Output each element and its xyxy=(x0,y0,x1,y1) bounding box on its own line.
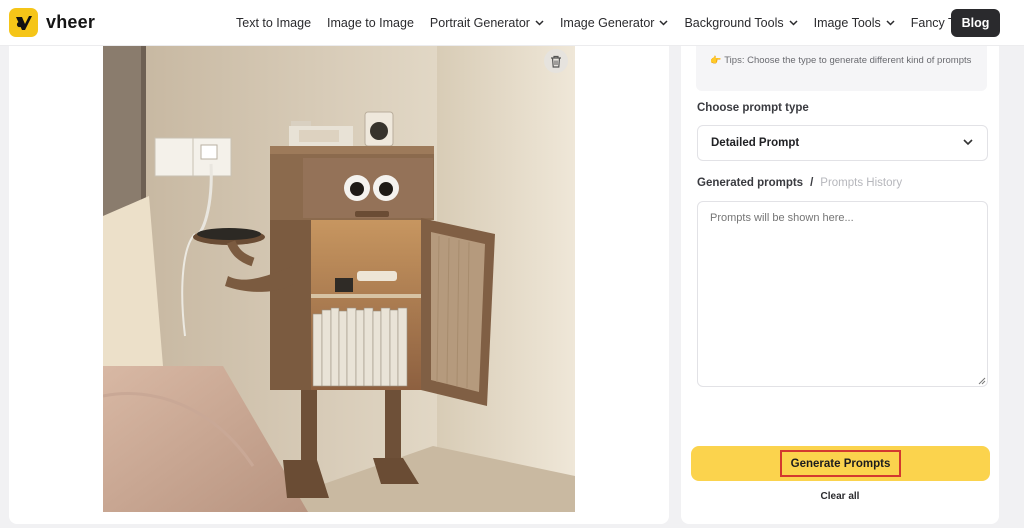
nav-image-generator[interactable]: Image Generator xyxy=(560,16,669,30)
nav-text-to-image[interactable]: Text to Image xyxy=(236,16,311,30)
nav-label: Text to Image xyxy=(236,16,312,30)
prompt-type-label: Choose prompt type xyxy=(697,102,809,114)
delete-image-button[interactable] xyxy=(544,49,568,73)
nav-background-tools[interactable]: Background Tools xyxy=(684,16,798,30)
clear-all-button[interactable]: Clear all xyxy=(681,491,999,502)
nav-label: Image Tools xyxy=(813,16,881,30)
tips-text: Tips: Choose the type to generate differ… xyxy=(724,55,972,66)
nav-label: Image Generator xyxy=(559,16,655,30)
chevron-down-icon xyxy=(535,20,544,26)
generate-prompts-label: Generate Prompts xyxy=(779,450,902,477)
tab-generated-prompts[interactable]: Generated prompts xyxy=(697,177,803,189)
nav-image-tools[interactable]: Image Tools xyxy=(814,16,895,30)
chevron-down-icon xyxy=(886,20,895,26)
prompt-tabs: Generated prompts / Prompts History xyxy=(697,177,902,189)
pointing-hand-icon: 👉 xyxy=(710,55,722,65)
tips-box: 👉 Tips: Choose the type to generate diffe… xyxy=(696,46,987,91)
chevron-down-icon xyxy=(659,20,668,26)
chevron-down-icon xyxy=(789,20,798,26)
brand-name: vheer xyxy=(46,12,96,32)
nav-label: Background Tools xyxy=(684,16,784,30)
top-navbar: vheer Text to Image Image to Image Portr… xyxy=(0,0,1024,46)
nav-links: Text to Image Image to Image Portrait Ge… xyxy=(236,0,1001,46)
prompt-type-value: Detailed Prompt xyxy=(711,137,800,149)
prompt-type-select[interactable]: Detailed Prompt xyxy=(697,125,988,161)
nav-label: Image to Image xyxy=(327,16,414,30)
blog-button[interactable]: Blog xyxy=(951,9,1000,37)
generate-prompts-button[interactable]: Generate Prompts xyxy=(691,446,990,481)
nav-image-to-image[interactable]: Image to Image xyxy=(327,16,414,30)
nav-portrait-generator[interactable]: Portrait Generator xyxy=(430,16,544,30)
nav-label: Portrait Generator xyxy=(429,16,530,30)
brand-logo[interactable]: vheer xyxy=(9,8,95,37)
trash-icon xyxy=(551,55,561,68)
chevron-down-icon xyxy=(963,139,973,146)
prompt-generator-panel: 👉 Tips: Choose the type to generate diffe… xyxy=(681,46,999,524)
vheer-logo-icon xyxy=(9,8,38,37)
tab-separator: / xyxy=(810,177,814,189)
resize-handle-icon[interactable] xyxy=(978,377,986,385)
uploaded-image xyxy=(103,46,575,512)
tab-prompts-history[interactable]: Prompts History xyxy=(820,177,902,189)
prompt-output-textarea[interactable] xyxy=(697,201,988,387)
image-preview-panel xyxy=(9,46,669,524)
